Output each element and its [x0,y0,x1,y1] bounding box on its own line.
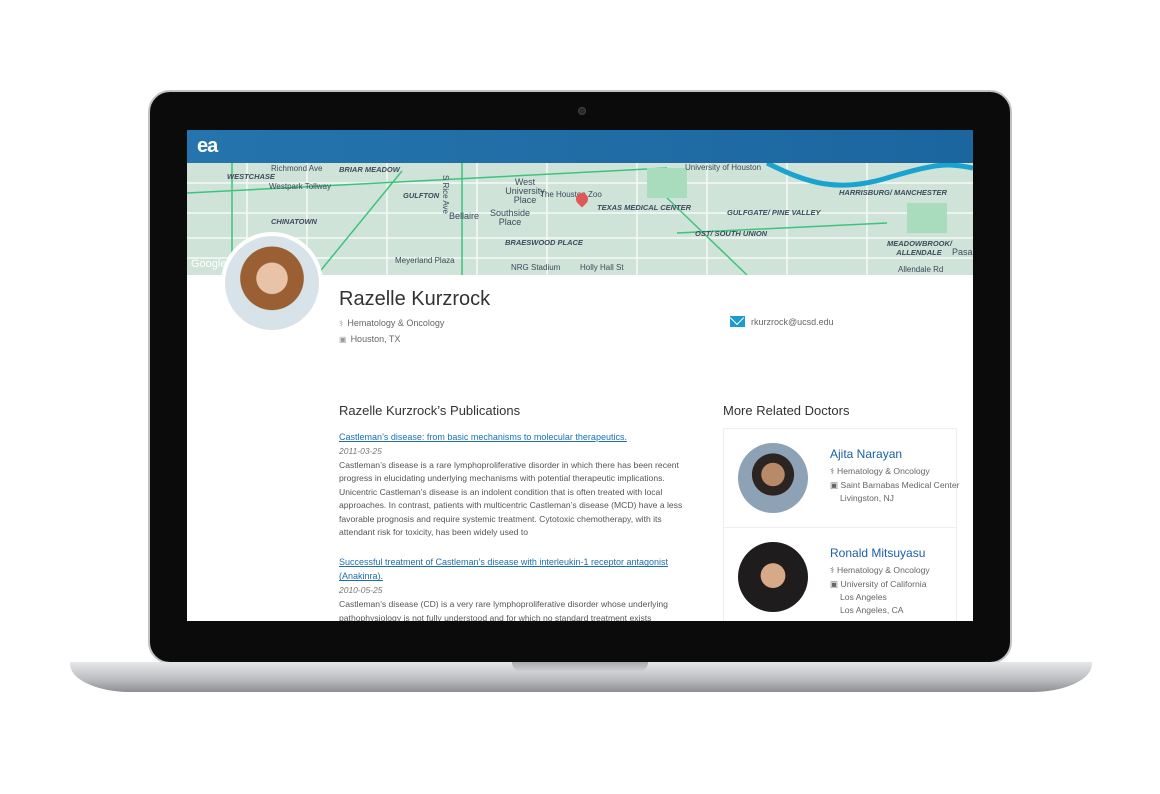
stethoscope-icon: ⚕ [830,565,838,575]
publication-abstract: Castleman’s disease is a rare lymphoprol… [339,460,683,538]
specialty: ⚕ Hematology & Oncology [339,318,445,328]
stethoscope-icon: ⚕ [830,466,838,476]
map-label: GULFGATE/ PINE VALLEY [727,208,821,217]
related-doctors-heading: More Related Doctors [723,403,850,418]
doctor-card[interactable]: Ronald Mitsuyasu ⚕ Hematology & Oncology… [724,528,956,621]
profile-avatar [221,232,323,334]
publications-list: Castleman’s disease: from basic mechanis… [339,430,689,621]
map-label: Bellaire [449,211,480,221]
map-label: Westpark Tollway [269,182,331,191]
map-label: HARRISBURG/ MANCHESTER [839,188,947,197]
building-icon: ▣ [339,335,347,344]
map-label: Southside Place [490,208,531,227]
doctor-photo [738,542,808,612]
webcam [578,107,586,115]
publication-abstract: Castleman’s disease (CD) is a very rare … [339,599,668,621]
map-label: S Rice Ave [441,175,450,214]
map-label: NRG Stadium [511,263,561,272]
location: ▣ Houston, TX [339,334,401,344]
map-label: Allendale Rd [898,265,944,274]
email-link[interactable]: rkurzrock@ucsd.edu [730,316,834,327]
map-label: MEADOWBROOK/ ALLENDALE [887,239,952,257]
building-icon: ▣ [830,579,841,589]
map-label: Pasa [952,247,973,257]
ship-channel [765,163,973,188]
envelope-icon [730,316,745,327]
map-label: Richmond Ave [271,164,323,173]
laptop-notch [512,662,648,672]
doctor-photo [738,443,808,513]
top-bar: ea [187,130,973,163]
map-label: WESTCHASE [227,172,275,181]
publications-heading: Razelle Kurzrock’s Publications [339,403,521,418]
doctor-name-link[interactable]: Ronald Mitsuyasu [830,546,925,560]
publication-title-link[interactable]: Successful treatment of Castleman’s dise… [339,555,689,583]
publication-item: Castleman’s disease: from basic mechanis… [339,430,689,539]
map-label: TEXAS MEDICAL CENTER [597,203,692,212]
doctor-name-link[interactable]: Ajita Narayan [830,447,902,461]
map-label: BRAESWOOD PLACE [505,238,583,247]
stethoscope-icon: ⚕ [339,319,344,328]
building-icon: ▣ [830,480,841,490]
publication-item: Successful treatment of Castleman’s dise… [339,555,689,621]
map-label: Meyerland Plaza [395,256,455,265]
publication-date: 2010-05-25 [339,585,383,596]
related-doctors-list: Ajita Narayan ⚕ Hematology & Oncology ▣ … [723,428,959,621]
map-label: West University Place [505,177,545,205]
map-label: Holly Hall St [580,263,624,272]
map-label: GULFTON [403,191,440,200]
doctor-card[interactable]: Ajita Narayan ⚕ Hematology & Oncology ▣ … [724,429,959,528]
google-logo: Google [191,258,227,270]
publication-date: 2011-03-25 [339,446,382,456]
map-label: CHINATOWN [271,217,317,226]
map-label: BRIAR MEADOW [339,165,400,174]
publication-title-link[interactable]: Castleman’s disease: from basic mechanis… [339,430,689,444]
doctor-name: Razelle Kurzrock [339,288,491,310]
map-label: University of Houston [685,163,762,172]
screen: ea Richmond Ave BRIAR MEADOW WESTCHASE W… [187,130,973,621]
map-label: The Houston Zoo [540,190,602,199]
map-label: OST/ SOUTH UNION [695,229,768,238]
logo[interactable]: ea [197,135,218,158]
